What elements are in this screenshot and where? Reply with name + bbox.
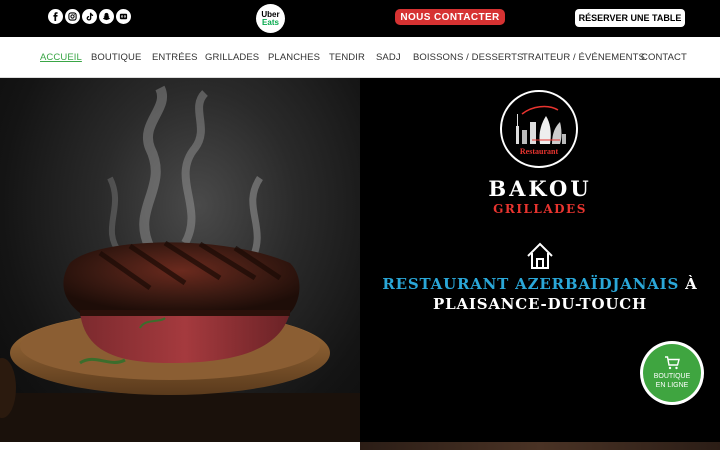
online-shop-label-1: BOUTIQUE — [653, 373, 691, 380]
contact-button[interactable]: NOUS CONTACTER — [395, 9, 505, 25]
steak-illustration — [0, 85, 360, 442]
tagline-line-1: RESTAURANT AZERBAÏDJANAIS À — [360, 275, 720, 293]
bottom-strip-left — [0, 442, 360, 450]
shopping-cart-icon — [665, 356, 680, 370]
main-nav: ACCUEIL BOUTIQUE ENTRÉES GRILLADES PLANC… — [0, 37, 720, 78]
online-shop-badge-inner: BOUTIQUE EN LIGNE — [643, 344, 701, 402]
nav-item-contact[interactable]: CONTACT — [641, 52, 687, 63]
tiktok-icon[interactable] — [82, 9, 97, 24]
nav-item-entrees[interactable]: ENTRÉES — [152, 52, 198, 63]
tagline-connector: À — [679, 275, 698, 293]
nav-item-accueil[interactable]: ACCUEIL — [40, 52, 82, 63]
nav-item-grillades[interactable]: GRILLADES — [205, 52, 259, 63]
facebook-icon[interactable] — [48, 9, 63, 24]
nav-item-tendir[interactable]: TENDIR — [329, 52, 365, 63]
ubereats-logo-link[interactable]: Uber Eats — [256, 4, 285, 33]
tripadvisor-icon[interactable] — [116, 9, 131, 24]
nav-item-boutique[interactable]: BOUTIQUE — [91, 52, 141, 63]
social-links — [48, 9, 131, 24]
nav-item-boissons-desserts[interactable]: BOISSONS / DESSERTS — [413, 52, 523, 63]
nav-item-traiteur-evenements[interactable]: TRAITEUR / ÉVÉNEMENTS — [522, 52, 645, 63]
nav-item-planches[interactable]: PLANCHES — [268, 52, 320, 63]
brand-name: BAKOU — [488, 176, 592, 201]
bottom-strip-right — [360, 442, 720, 450]
top-bar: Uber Eats NOUS CONTACTER RÉSERVER UNE TA… — [0, 0, 720, 37]
online-shop-label-2: EN LIGNE — [655, 382, 689, 389]
nav-item-sadj[interactable]: SADJ — [376, 52, 401, 63]
logo-restaurant-word: Restaurant — [519, 147, 559, 156]
home-icon — [527, 242, 553, 269]
snapchat-icon[interactable] — [99, 9, 114, 24]
hero-steak-image — [0, 78, 360, 442]
restaurant-logo: Restaurant — [500, 90, 578, 168]
hero-panel: Restaurant BAKOU GRILLADES RESTAURANT AZ… — [360, 78, 720, 442]
instagram-icon[interactable] — [65, 9, 80, 24]
brand-subtitle: GRILLADES — [493, 202, 587, 216]
ubereats-word-eats: Eats — [262, 17, 279, 27]
tagline-line-2: PLAISANCE-DU-TOUCH — [433, 295, 647, 313]
reserve-table-button[interactable]: RÉSERVER UNE TABLE — [575, 9, 685, 27]
tagline-highlight: RESTAURANT AZERBAÏDJANAIS — [382, 275, 680, 293]
online-shop-button[interactable]: BOUTIQUE EN LIGNE — [640, 341, 704, 405]
